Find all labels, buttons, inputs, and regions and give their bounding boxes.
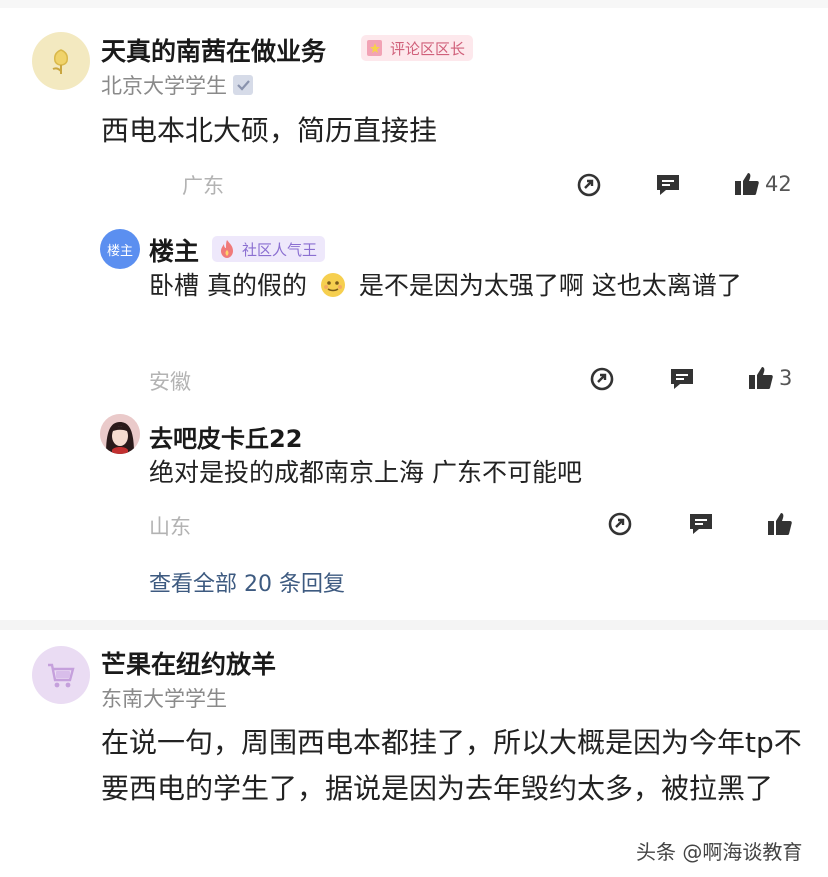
- like-button[interactable]: 3: [747, 364, 792, 392]
- badge-label: 评论区区长: [390, 39, 466, 58]
- share-icon: [590, 367, 614, 391]
- star-book-icon: [365, 38, 385, 58]
- reply-text-part2: 是不是因为太强了啊 这也太离谱了: [358, 271, 742, 300]
- like-button[interactable]: 42: [733, 170, 792, 198]
- author-school: 北京大学学生: [101, 70, 253, 100]
- op-avatar-label: 楼主: [106, 243, 133, 259]
- top-divider: [0, 0, 828, 8]
- section-divider: [0, 620, 828, 630]
- reply-button[interactable]: [667, 364, 697, 394]
- emoji-face-icon: [319, 271, 347, 299]
- thumbs-up-icon: [768, 513, 792, 535]
- share-button[interactable]: [587, 364, 617, 394]
- comment-icon: [690, 514, 712, 534]
- comment-icon: [657, 175, 679, 195]
- author-school: 东南大学学生: [101, 687, 227, 711]
- flame-icon: [216, 238, 238, 260]
- verified-icon: [233, 75, 253, 95]
- tulip-icon: [52, 49, 68, 74]
- thumbs-up-icon: [735, 173, 759, 195]
- share-button[interactable]: [574, 170, 604, 200]
- op-avatar[interactable]: 楼主: [100, 229, 140, 269]
- like-button[interactable]: [765, 509, 795, 539]
- cart-icon: [48, 663, 75, 688]
- share-icon: [577, 173, 601, 197]
- like-count: 42: [765, 172, 792, 196]
- reply-author[interactable]: 楼主: [149, 232, 199, 268]
- comment-text: 在说一句，周围西电本都挂了，所以大概是因为今年tp不要西电的学生了，据说是因为去…: [101, 726, 802, 805]
- watermark: 头条 @啊海谈教育: [636, 840, 803, 864]
- badge-label: 社区人气王: [242, 240, 318, 259]
- reply-text: 卧槽 真的假的 是不是因为太强了啊 这也太离谱了: [149, 266, 799, 306]
- view-all-replies-link[interactable]: 查看全部 20 条回复: [149, 566, 345, 598]
- thumbs-up-icon: [749, 367, 773, 389]
- reply-button[interactable]: [686, 509, 716, 539]
- reply-button[interactable]: [653, 170, 683, 200]
- badge-community-popular: 社区人气王: [212, 236, 326, 262]
- comment-author[interactable]: 芒果在纽约放羊: [101, 645, 276, 681]
- avatar[interactable]: [100, 414, 140, 454]
- badge-district-chief: 评论区区长: [361, 35, 474, 61]
- school-label: 北京大学学生: [101, 74, 227, 98]
- reply-location: 山东: [149, 515, 191, 539]
- like-count: 3: [779, 366, 793, 390]
- reply-author[interactable]: 去吧皮卡丘22: [149, 419, 302, 454]
- avatar[interactable]: [32, 32, 90, 90]
- girl-avatar-icon: [100, 414, 140, 454]
- reply-location: 安徽: [149, 370, 191, 394]
- reply-text-part1: 卧槽 真的假的: [149, 271, 307, 300]
- share-icon: [608, 512, 632, 536]
- comment-icon: [671, 369, 693, 389]
- avatar[interactable]: [32, 646, 90, 704]
- reply-text: 绝对是投的成都南京上海 广东不可能吧: [149, 458, 582, 487]
- comment-text: 西电本北大硕，简历直接挂: [101, 114, 438, 147]
- comment-author[interactable]: 天真的南茜在做业务: [101, 32, 326, 68]
- share-button[interactable]: [605, 509, 635, 539]
- comment-location: 广东: [182, 174, 224, 198]
